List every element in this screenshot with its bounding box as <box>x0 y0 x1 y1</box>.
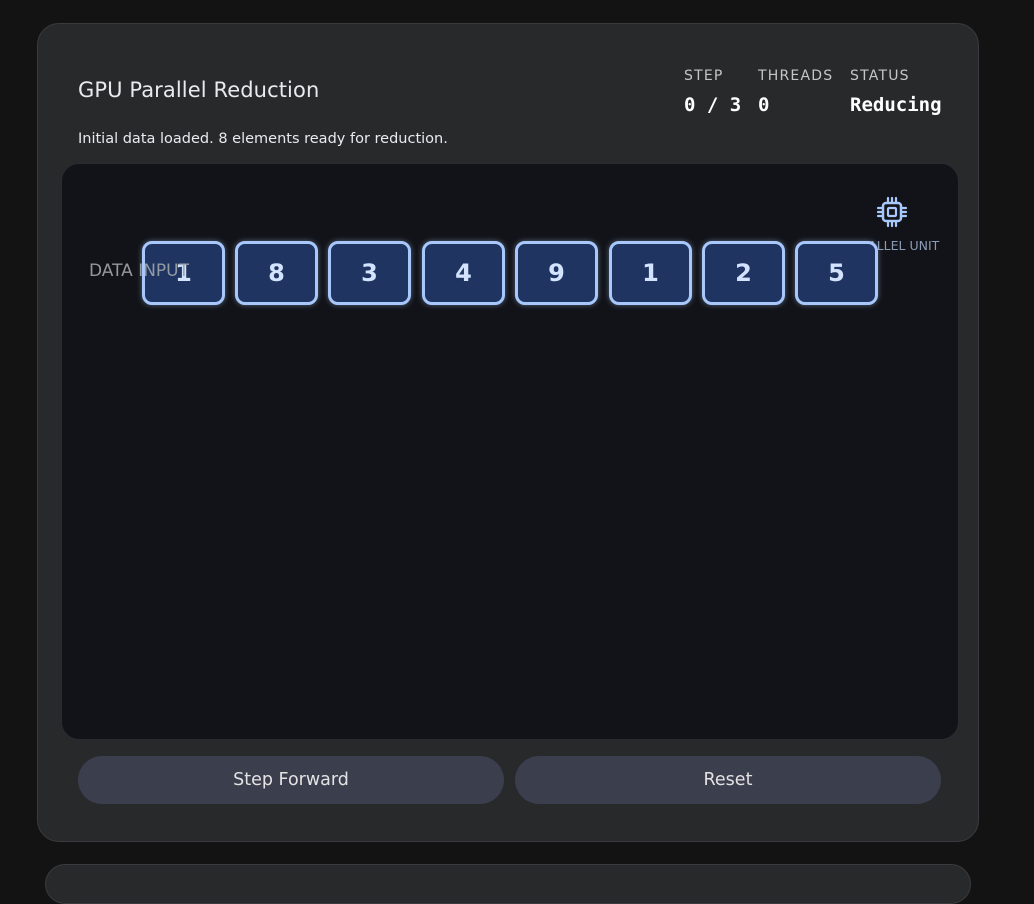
stat-status-label: STATUS <box>850 68 910 84</box>
data-cell: 3 <box>328 241 411 305</box>
page-title: GPU Parallel Reduction <box>78 78 320 102</box>
reset-button[interactable]: Reset <box>515 756 941 804</box>
visualization-stage: PARALLEL UNIT 1 8 3 4 9 1 2 5 DATA INPUT <box>61 163 959 740</box>
data-input-label: DATA INPUT <box>89 261 190 281</box>
data-cell: 5 <box>795 241 878 305</box>
step-forward-button[interactable]: Step Forward <box>78 756 504 804</box>
next-card <box>45 864 971 904</box>
data-cell: 4 <box>422 241 505 305</box>
stat-threads: THREADS 0 <box>758 68 833 116</box>
stat-status: STATUS Reducing <box>850 68 942 116</box>
reduction-card: GPU Parallel Reduction Initial data load… <box>37 23 979 842</box>
stat-step: STEP 0 / 3 <box>684 68 741 116</box>
data-cell: 2 <box>702 241 785 305</box>
data-cell: 8 <box>235 241 318 305</box>
status-message: Initial data loaded. 8 elements ready fo… <box>78 131 448 147</box>
chip-icon <box>842 194 942 230</box>
stat-step-value: 0 / 3 <box>684 94 742 116</box>
data-cell: 1 <box>609 241 692 305</box>
stat-threads-label: THREADS <box>758 68 834 84</box>
stat-step-label: STEP <box>684 68 724 84</box>
stat-status-value: Reducing <box>850 94 942 116</box>
data-cell: 9 <box>515 241 598 305</box>
stat-threads-value: 0 <box>758 94 770 116</box>
